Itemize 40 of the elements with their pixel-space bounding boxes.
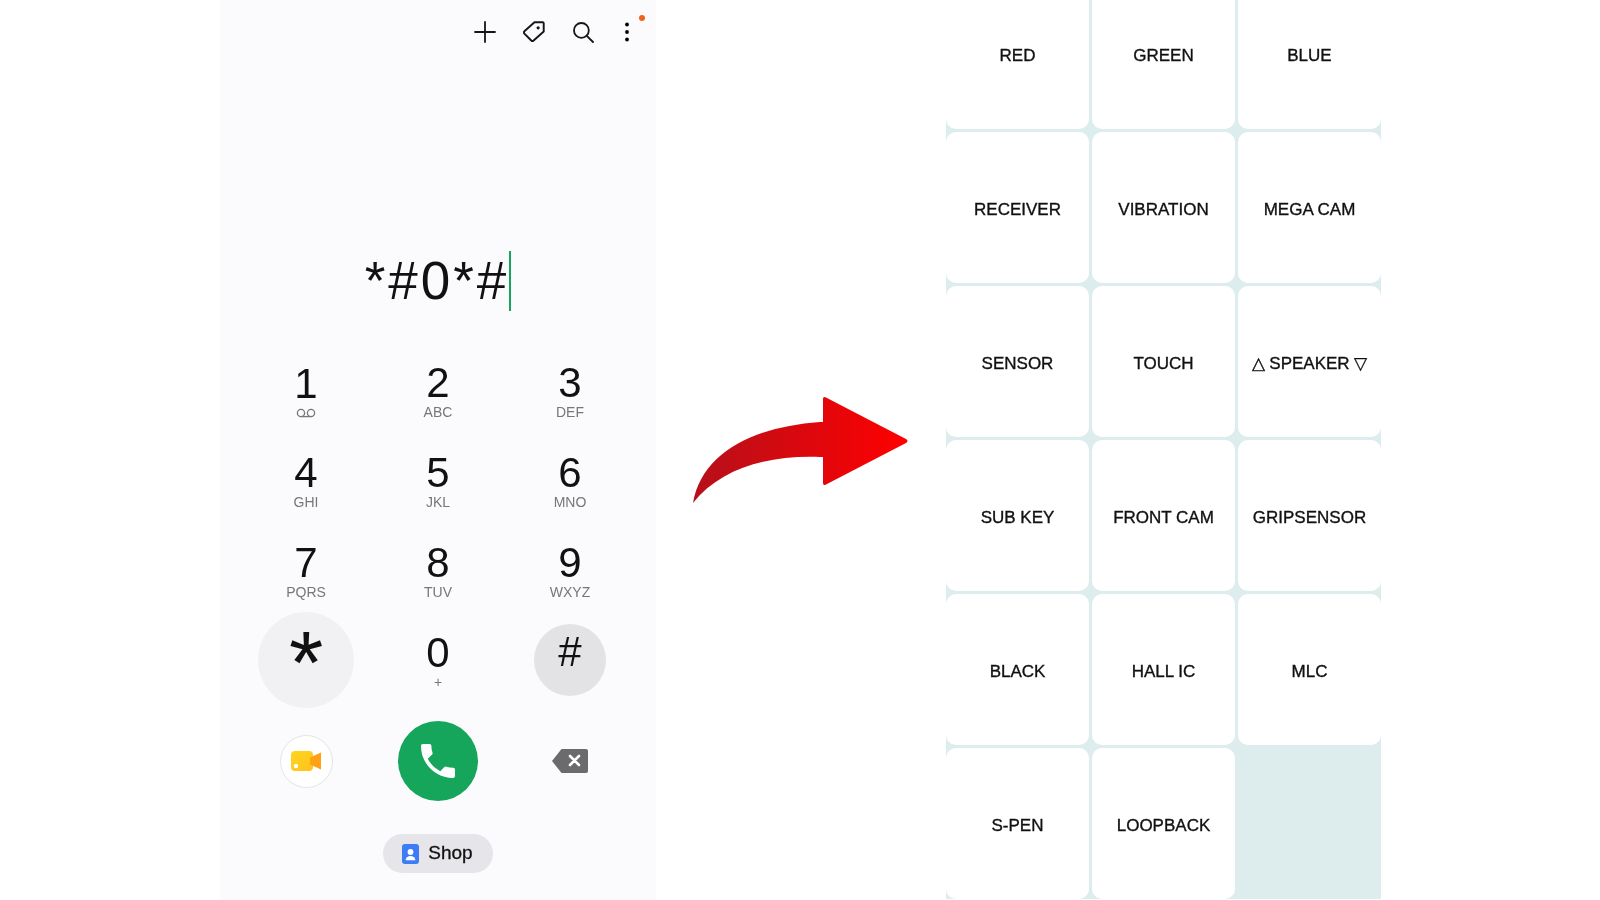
test-button[interactable]: HALL IC — [1092, 594, 1235, 745]
voicemail-icon — [296, 407, 316, 418]
phone-icon — [421, 744, 455, 778]
dial-key[interactable]: 9 WXYZ — [528, 528, 612, 612]
test-button[interactable]: RECEIVER — [946, 132, 1089, 283]
test-button[interactable]: FRONT CAM — [1092, 440, 1235, 591]
contact-icon — [402, 843, 420, 864]
dial-key[interactable]: 7 PQRS — [264, 528, 348, 612]
dial-key[interactable]: 3 DEF — [528, 348, 612, 432]
dial-key[interactable]: 2 ABC — [396, 348, 480, 432]
dial-key[interactable]: # — [534, 624, 606, 696]
dial-key[interactable]: 8 TUV — [396, 528, 480, 612]
test-button[interactable]: SUB KEY — [946, 440, 1089, 591]
test-button[interactable]: LOOPBACK — [1092, 748, 1235, 899]
dial-key[interactable]: 0 + — [396, 618, 480, 702]
dial-key[interactable]: * — [258, 612, 354, 708]
video-camera-icon — [291, 750, 321, 772]
test-button[interactable]: MLC — [1238, 594, 1381, 745]
search-icon[interactable] — [572, 21, 594, 43]
dial-key[interactable]: 4 GHI — [264, 438, 348, 522]
add-icon[interactable] — [474, 21, 496, 43]
test-button[interactable]: S-PEN — [946, 748, 1089, 899]
test-button[interactable]: BLUE — [1238, 0, 1381, 129]
dial-key[interactable]: 6 MNO — [528, 438, 612, 522]
shop-button[interactable]: Shop — [383, 834, 493, 873]
dial-key[interactable]: 5 JKL — [396, 438, 480, 522]
more-icon[interactable] — [624, 22, 630, 42]
test-button[interactable]: VIBRATION — [1092, 132, 1235, 283]
tag-icon[interactable] — [523, 21, 545, 43]
test-button[interactable]: RED — [946, 0, 1089, 129]
dial-key[interactable]: 1 — [264, 348, 348, 432]
test-button[interactable]: MEGA CAM — [1238, 132, 1381, 283]
test-button[interactable]: BLACK — [946, 594, 1089, 745]
backspace-icon[interactable] — [551, 748, 589, 774]
test-button[interactable]: SENSOR — [946, 286, 1089, 437]
test-button[interactable]: GRIPSENSOR — [1238, 440, 1381, 591]
test-button[interactable]: TOUCH — [1092, 286, 1235, 437]
test-button[interactable]: GREEN — [1092, 0, 1235, 129]
test-button[interactable]: △ SPEAKER ▽ — [1238, 286, 1381, 437]
number-field[interactable]: *#0*# — [364, 246, 512, 316]
